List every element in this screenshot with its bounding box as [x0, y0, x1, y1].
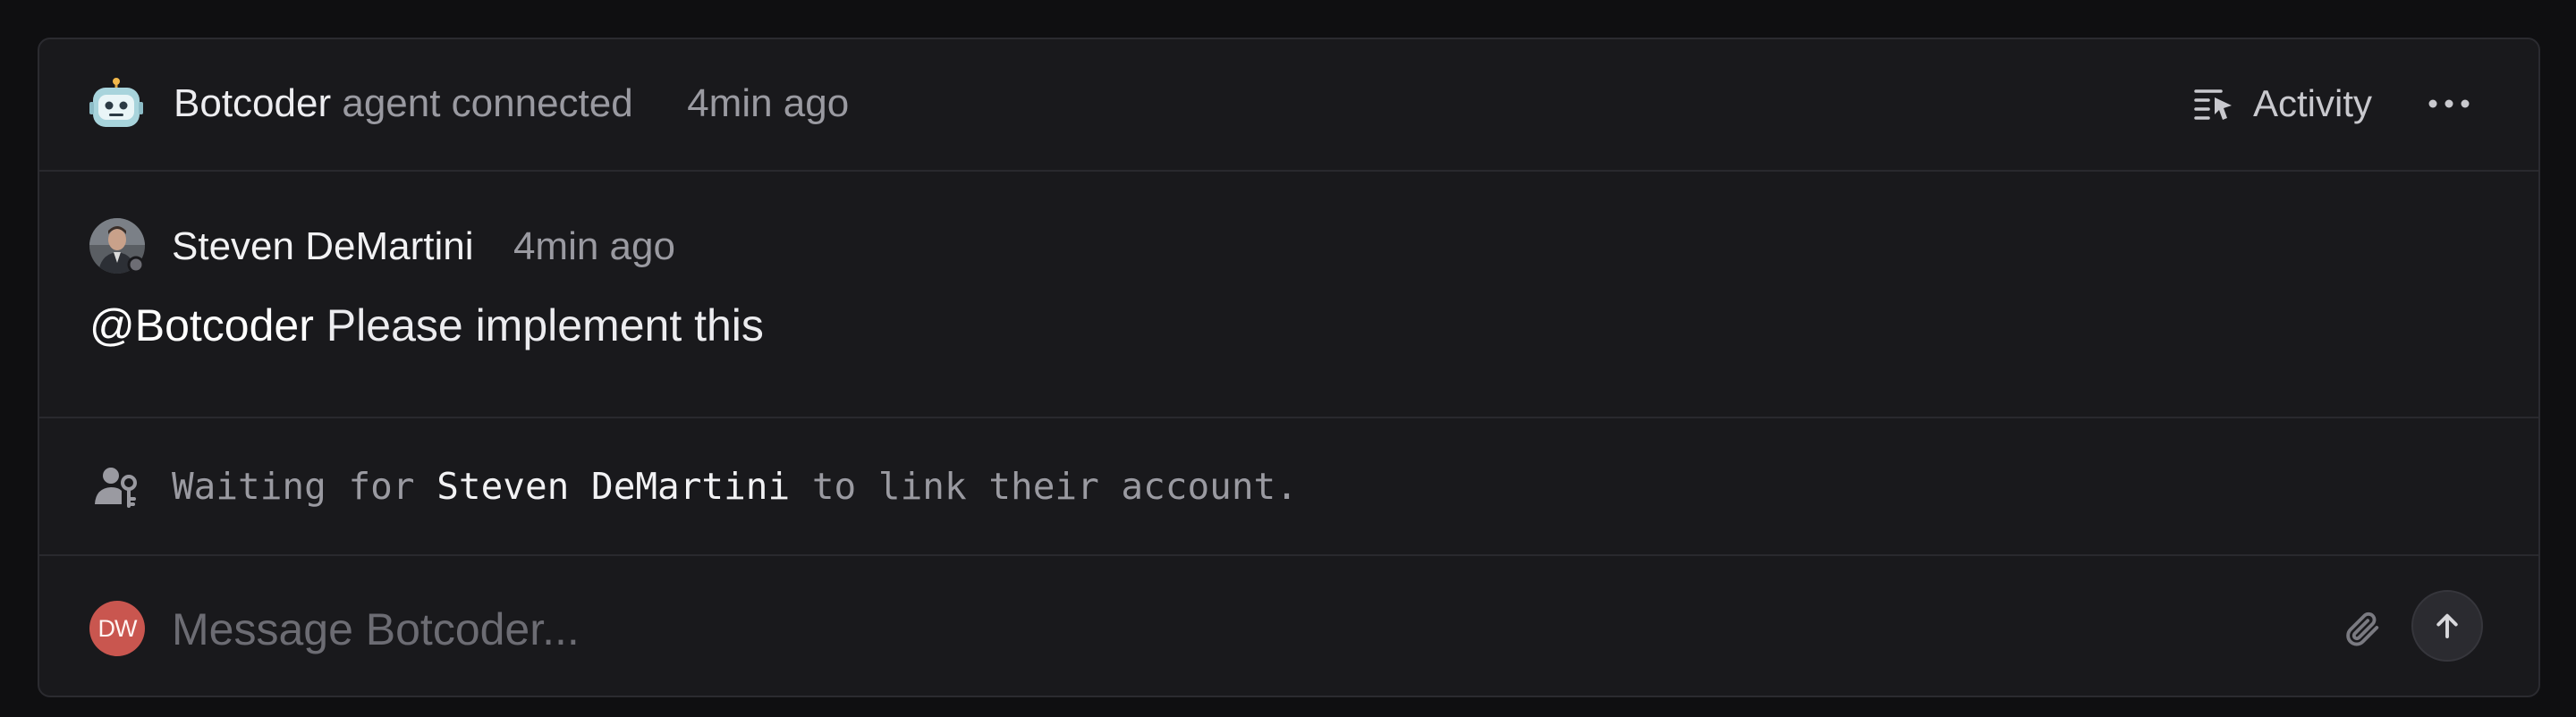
waiting-message: Waiting for Steven DeMartini to link the…	[172, 463, 1298, 510]
comment-text: Please implement this	[326, 300, 764, 350]
attach-button[interactable]	[2338, 604, 2386, 653]
bot-mention[interactable]: @Botcoder	[89, 300, 314, 350]
comment-timestamp: 4min ago	[513, 224, 675, 268]
activity-list-icon	[2194, 89, 2232, 120]
arrow-up-icon	[2436, 613, 2458, 638]
comment-meta: Steven DeMartini 4min ago	[172, 224, 675, 270]
agent-thread-card: Botcoder agent connected 4min ago Activi…	[38, 38, 2540, 697]
comment-author[interactable]: Steven DeMartini	[172, 224, 473, 268]
waiting-user-name: Steven DeMartini	[436, 465, 791, 508]
agent-status: agent connected	[342, 81, 633, 125]
comment-body: @Botcoder Please implement this	[89, 299, 764, 352]
send-button[interactable]	[2411, 590, 2483, 662]
agent-status-line: Botcoder agent connected 4min ago	[174, 80, 849, 127]
comment-divider	[39, 417, 2538, 418]
header-timestamp: 4min ago	[687, 81, 850, 125]
user-key-icon	[95, 468, 137, 508]
paperclip-icon	[2346, 612, 2379, 646]
activity-button[interactable]: Activity	[2190, 79, 2372, 129]
header-divider	[39, 170, 2538, 172]
waiting-suffix: to link their account.	[811, 465, 1298, 508]
user-avatar[interactable]	[89, 218, 145, 274]
robot-icon	[89, 78, 143, 127]
thread-header: Botcoder agent connected 4min ago Activi…	[39, 39, 2538, 170]
more-options-button[interactable]	[2422, 79, 2476, 129]
waiting-prefix: Waiting for	[172, 465, 415, 508]
current-user-avatar: DW	[89, 601, 145, 656]
waiting-divider	[39, 554, 2538, 556]
more-horizontal-icon	[2428, 99, 2470, 108]
message-input[interactable]	[172, 595, 2318, 663]
activity-label: Activity	[2252, 82, 2372, 124]
bot-name[interactable]: Botcoder	[174, 81, 331, 125]
